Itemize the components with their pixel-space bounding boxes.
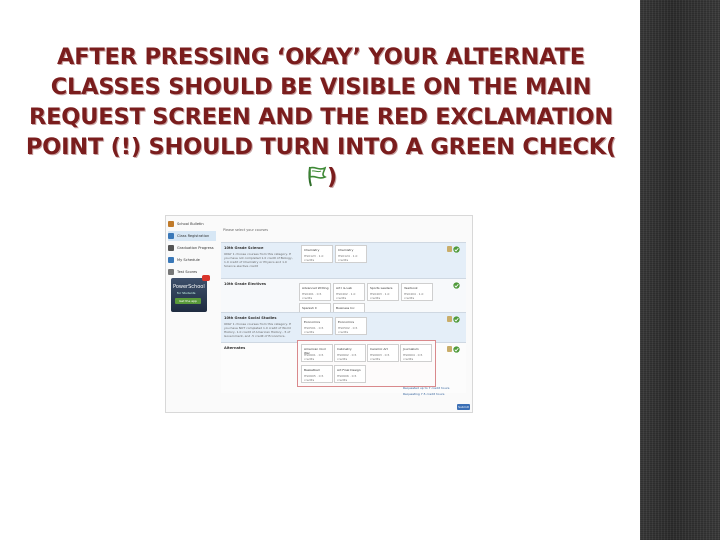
sidebar-item-label: Graduation Progress	[177, 246, 214, 250]
credit-limit-text: Requested up to 7 credit hours	[403, 386, 450, 390]
tests-icon	[168, 269, 174, 275]
row-note: ONLY 1 choose courses from this category…	[224, 322, 291, 338]
row-label: Alternates	[224, 346, 246, 350]
sidebar-item-label: Test Scores	[177, 270, 198, 274]
submit-button[interactable]: Submit	[457, 404, 470, 410]
course-cell[interactable]: Sports Leaders HS0403 · 1.0 credits	[367, 283, 399, 301]
get-app-button[interactable]: Get the app	[175, 298, 201, 304]
row-label: 10th Grade Electives	[224, 282, 267, 286]
edit-icon[interactable]	[447, 316, 452, 322]
registration-icon	[168, 233, 174, 239]
course-cell[interactable]: Chemistry HS0124 · 1.0 credits	[335, 245, 367, 263]
course-cell[interactable]: Basketball HS0605 · 0.5 credits	[301, 365, 333, 383]
course-cell[interactable]: American Civil War HS0601 · 0.5 credits	[301, 344, 333, 362]
green-flag-icon	[308, 166, 327, 187]
sidebar-item-label: My Schedule	[177, 258, 200, 262]
sidebar-item-registration[interactable]: Class Registration	[168, 231, 216, 241]
sidebar-item-schedule[interactable]: My Schedule	[168, 255, 216, 265]
sidebar-item-graduation[interactable]: Graduation Progress	[168, 243, 216, 253]
promo-title: PowerSchool	[173, 284, 205, 290]
course-cell[interactable]: Advanced Writing HS0401 · 0.5 credits	[299, 283, 331, 301]
slide-title-suffix: )	[326, 164, 338, 190]
course-row-science[interactable]: 10th Grade Science ONLY 1 choose courses…	[221, 242, 466, 279]
promo-subtitle: for Students	[177, 291, 196, 295]
alternates-highlight-box: American Civil War HS0601 · 0.5 credits C…	[297, 340, 436, 387]
check-icon	[453, 346, 460, 353]
course-cell[interactable]: Journalism HS0604 · 0.5 credits	[400, 344, 432, 362]
graduation-icon	[168, 245, 174, 251]
check-icon	[453, 246, 460, 253]
check-icon	[453, 282, 460, 289]
check-icon	[453, 316, 460, 323]
page-header: Please select your courses	[223, 228, 269, 232]
decorative-side-strip	[640, 0, 720, 540]
credit-requested-text: Requesting 7.5 credit hours	[403, 392, 445, 396]
course-row-social-studies[interactable]: 10th Grade Social Studies ONLY 1 choose …	[221, 312, 466, 343]
powerschool-app-promo[interactable]: PowerSchool for Students Get the app	[171, 275, 210, 312]
calendar-icon	[168, 257, 174, 263]
sidebar-item-label: Class Registration	[177, 234, 210, 238]
slide-title: AFTER PRESSING ‘OKAY’ YOUR ALTERNATE CLA…	[22, 42, 620, 192]
row-label: 10th Grade Science	[224, 246, 264, 250]
course-cell[interactable]: Ceramic Art HS0603 · 0.5 credits	[367, 344, 399, 362]
registration-main: Please select your courses 10th Grade Sc…	[221, 216, 470, 412]
sidebar-item-bulletin[interactable]: School Bulletin	[168, 219, 216, 229]
bulletin-icon	[168, 221, 174, 227]
edit-icon[interactable]	[447, 346, 452, 352]
course-cell[interactable]: Economics HS0502 · 0.5 credits	[335, 317, 367, 335]
class-registration-screenshot: School Bulletin Class Registration Gradu…	[165, 215, 473, 413]
course-cell[interactable]: Economics HS0501 · 0.5 credits	[301, 317, 333, 335]
row-note: ONLY 1 choose courses from this category…	[224, 252, 293, 268]
row-label: 10th Grade Social Studies	[224, 316, 277, 320]
sidebar-item-label: School Bulletin	[177, 222, 204, 226]
course-cell[interactable]: Chemistry HS0123 · 1.0 credits	[301, 245, 333, 263]
course-cell[interactable]: Yearbook HS0404 · 1.0 credits	[401, 283, 433, 301]
promo-badge	[202, 275, 210, 281]
sidebar-nav: School Bulletin Class Registration Gradu…	[166, 216, 216, 412]
edit-icon[interactable]	[447, 246, 452, 252]
slide-title-text: AFTER PRESSING ‘OKAY’ YOUR ALTERNATE CLA…	[25, 44, 617, 160]
course-cell[interactable]: Cabinetry HS0602 · 0.5 credits	[334, 344, 366, 362]
course-cell[interactable]: Art Final Design HS0606 · 0.5 credits	[334, 365, 366, 383]
course-cell[interactable]: Art I & Lab HS0402 · 1.0 credits	[333, 283, 365, 301]
